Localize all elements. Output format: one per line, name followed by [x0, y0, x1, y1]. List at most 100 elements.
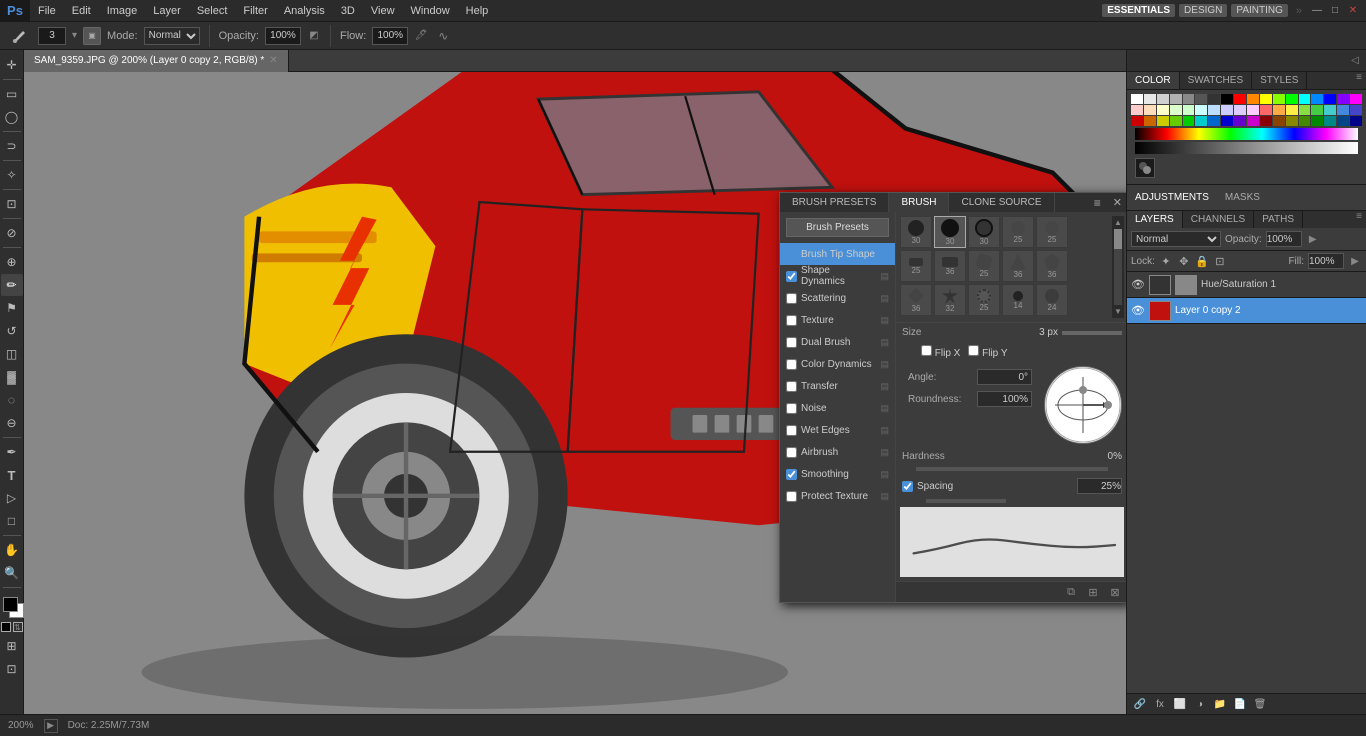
brush-tips-scrollbar[interactable]: ▲ ▼	[1112, 216, 1124, 318]
switch-colors[interactable]: ⇅	[13, 622, 23, 632]
new-adjustment-btn[interactable]: ◑	[1191, 696, 1209, 712]
fill-input[interactable]	[1308, 253, 1344, 269]
panel-collapse-icon[interactable]: ◁	[1348, 54, 1362, 68]
tool-marquee-rect[interactable]: ▭	[1, 83, 23, 105]
swatch-r3-14[interactable]	[1299, 116, 1311, 126]
brush-tip-5[interactable]: 25	[1036, 216, 1068, 248]
foreground-color-swatch[interactable]	[3, 597, 18, 612]
spacing-slider[interactable]	[926, 499, 1006, 503]
swatch-r3-18[interactable]	[1350, 116, 1362, 126]
new-group-btn[interactable]: 📁	[1211, 696, 1229, 712]
swatch-r3-7[interactable]	[1208, 116, 1220, 126]
scroll-thumb[interactable]	[1114, 229, 1122, 249]
menu-edit[interactable]: Edit	[64, 0, 99, 22]
bottom-icon-2[interactable]: ⊞	[1084, 584, 1102, 600]
menu-file[interactable]: File	[30, 0, 64, 22]
tool-healing[interactable]: ⊕	[1, 251, 23, 273]
tab-brush-presets[interactable]: BRUSH PRESETS	[780, 193, 889, 212]
opacity-input[interactable]	[265, 27, 301, 45]
tool-pen[interactable]: ✒	[1, 441, 23, 463]
menu-select[interactable]: Select	[189, 0, 236, 22]
brush-prop-texture[interactable]: Texture ▤	[780, 309, 895, 331]
swatch-r3-6[interactable]	[1195, 116, 1207, 126]
swatch-r2-18[interactable]	[1350, 105, 1362, 115]
swatch-r3-10[interactable]	[1247, 116, 1259, 126]
spacing-input[interactable]	[1077, 478, 1122, 494]
brush-panel-menu[interactable]: ≡	[1088, 196, 1107, 210]
swatch-gray1[interactable]	[1170, 94, 1182, 104]
swatch-r2-1[interactable]	[1131, 105, 1143, 115]
swatch-yellowgreen[interactable]	[1273, 94, 1285, 104]
swatch-r2-12[interactable]	[1273, 105, 1285, 115]
dual-brush-check[interactable]	[786, 337, 797, 348]
swatch-orange[interactable]	[1247, 94, 1259, 104]
tab-color[interactable]: COLOR	[1127, 72, 1180, 89]
document-tab[interactable]: SAM_9359.JPG @ 200% (Layer 0 copy 2, RGB…	[24, 50, 289, 72]
brush-prop-noise[interactable]: Noise ▤	[780, 397, 895, 419]
lock-move-icon[interactable]: ✥	[1177, 254, 1191, 268]
brush-tip-14[interactable]: 14	[1002, 284, 1034, 316]
brush-tip-8[interactable]: 25	[968, 250, 1000, 282]
flip-y-check[interactable]	[968, 345, 979, 356]
brush-prop-dual-brush[interactable]: Dual Brush ▤	[780, 331, 895, 353]
menu-layer[interactable]: Layer	[145, 0, 189, 22]
swatch-r2-17[interactable]	[1337, 105, 1349, 115]
swatch-lightgray2[interactable]	[1157, 94, 1169, 104]
brush-tip-9[interactable]: 36	[1002, 250, 1034, 282]
tab-adjustments[interactable]: ADJUSTMENTS	[1127, 188, 1217, 207]
swatch-r3-3[interactable]	[1157, 116, 1169, 126]
menu-filter[interactable]: Filter	[235, 0, 275, 22]
swatch-r2-2[interactable]	[1144, 105, 1156, 115]
tab-channels[interactable]: CHANNELS	[1183, 211, 1254, 228]
mode-design[interactable]: DESIGN	[1179, 4, 1227, 17]
opacity-expand[interactable]: ▶	[1306, 232, 1320, 246]
menu-analysis[interactable]: Analysis	[276, 0, 333, 22]
tool-shape[interactable]: □	[1, 510, 23, 532]
tab-paths[interactable]: PATHS	[1254, 211, 1303, 228]
add-mask-btn[interactable]: ⬜	[1171, 696, 1189, 712]
brush-tip-2[interactable]: 30	[934, 216, 966, 248]
lock-extra-icon[interactable]: ⊡	[1213, 254, 1227, 268]
swatch-darkgray[interactable]	[1195, 94, 1207, 104]
tab-swatches[interactable]: SWATCHES	[1180, 72, 1253, 89]
brush-tip-12[interactable]: 32	[934, 284, 966, 316]
color-dynamics-check[interactable]	[786, 359, 797, 370]
airbrush-toggle[interactable]: ∿	[434, 27, 452, 45]
canvas-content[interactable]: BRUSH PRESETS BRUSH CLONE SOURCE ≡ ✕ Bru…	[24, 72, 1126, 714]
brush-prop-transfer[interactable]: Transfer ▤	[780, 375, 895, 397]
swatch-purple[interactable]	[1337, 94, 1349, 104]
link-layers-btn[interactable]: 🔗	[1131, 696, 1149, 712]
swatch-skyblue[interactable]	[1311, 94, 1323, 104]
brush-prop-smoothing[interactable]: Smoothing ▤	[780, 463, 895, 485]
swatch-r3-8[interactable]	[1221, 116, 1233, 126]
brush-tip-13[interactable]: 25	[968, 284, 1000, 316]
brush-prop-color-dynamics[interactable]: Color Dynamics ▤	[780, 353, 895, 375]
tool-marquee-ellipse[interactable]: ◯	[1, 106, 23, 128]
swatch-gray2[interactable]	[1183, 94, 1195, 104]
menu-help[interactable]: Help	[458, 0, 497, 22]
menu-window[interactable]: Window	[403, 0, 458, 22]
swatch-r3-15[interactable]	[1311, 116, 1323, 126]
bottom-icon-3[interactable]: ⊠	[1106, 584, 1124, 600]
color-panel-menu[interactable]: ≡	[1352, 72, 1366, 89]
brush-tip-6[interactable]: 25	[900, 250, 932, 282]
foreground-quick[interactable]	[1, 622, 11, 632]
layers-blend-select[interactable]: Normal Multiply	[1131, 231, 1221, 247]
swatch-r3-17[interactable]	[1337, 116, 1349, 126]
scroll-down-btn[interactable]: ▼	[1114, 305, 1122, 318]
window-restore[interactable]: □	[1328, 4, 1342, 18]
tab-brush[interactable]: BRUSH	[889, 193, 949, 212]
brush-tip-1[interactable]: 30	[900, 216, 932, 248]
swatch-black[interactable]	[1221, 94, 1233, 104]
swatch-magenta[interactable]	[1350, 94, 1362, 104]
swatch-verydarkgray[interactable]	[1208, 94, 1220, 104]
opacity-layers-input[interactable]	[1266, 231, 1302, 247]
blend-mode-select[interactable]: Normal Multiply Screen	[144, 27, 200, 45]
swatch-r2-8[interactable]	[1221, 105, 1233, 115]
swatch-r2-11[interactable]	[1260, 105, 1272, 115]
delete-layer-btn[interactable]: 🗑	[1251, 696, 1269, 712]
swatch-r2-10[interactable]	[1247, 105, 1259, 115]
smoothing-check[interactable]	[786, 469, 797, 480]
swatch-r2-16[interactable]	[1324, 105, 1336, 115]
new-layer-btn[interactable]: 📄	[1231, 696, 1249, 712]
